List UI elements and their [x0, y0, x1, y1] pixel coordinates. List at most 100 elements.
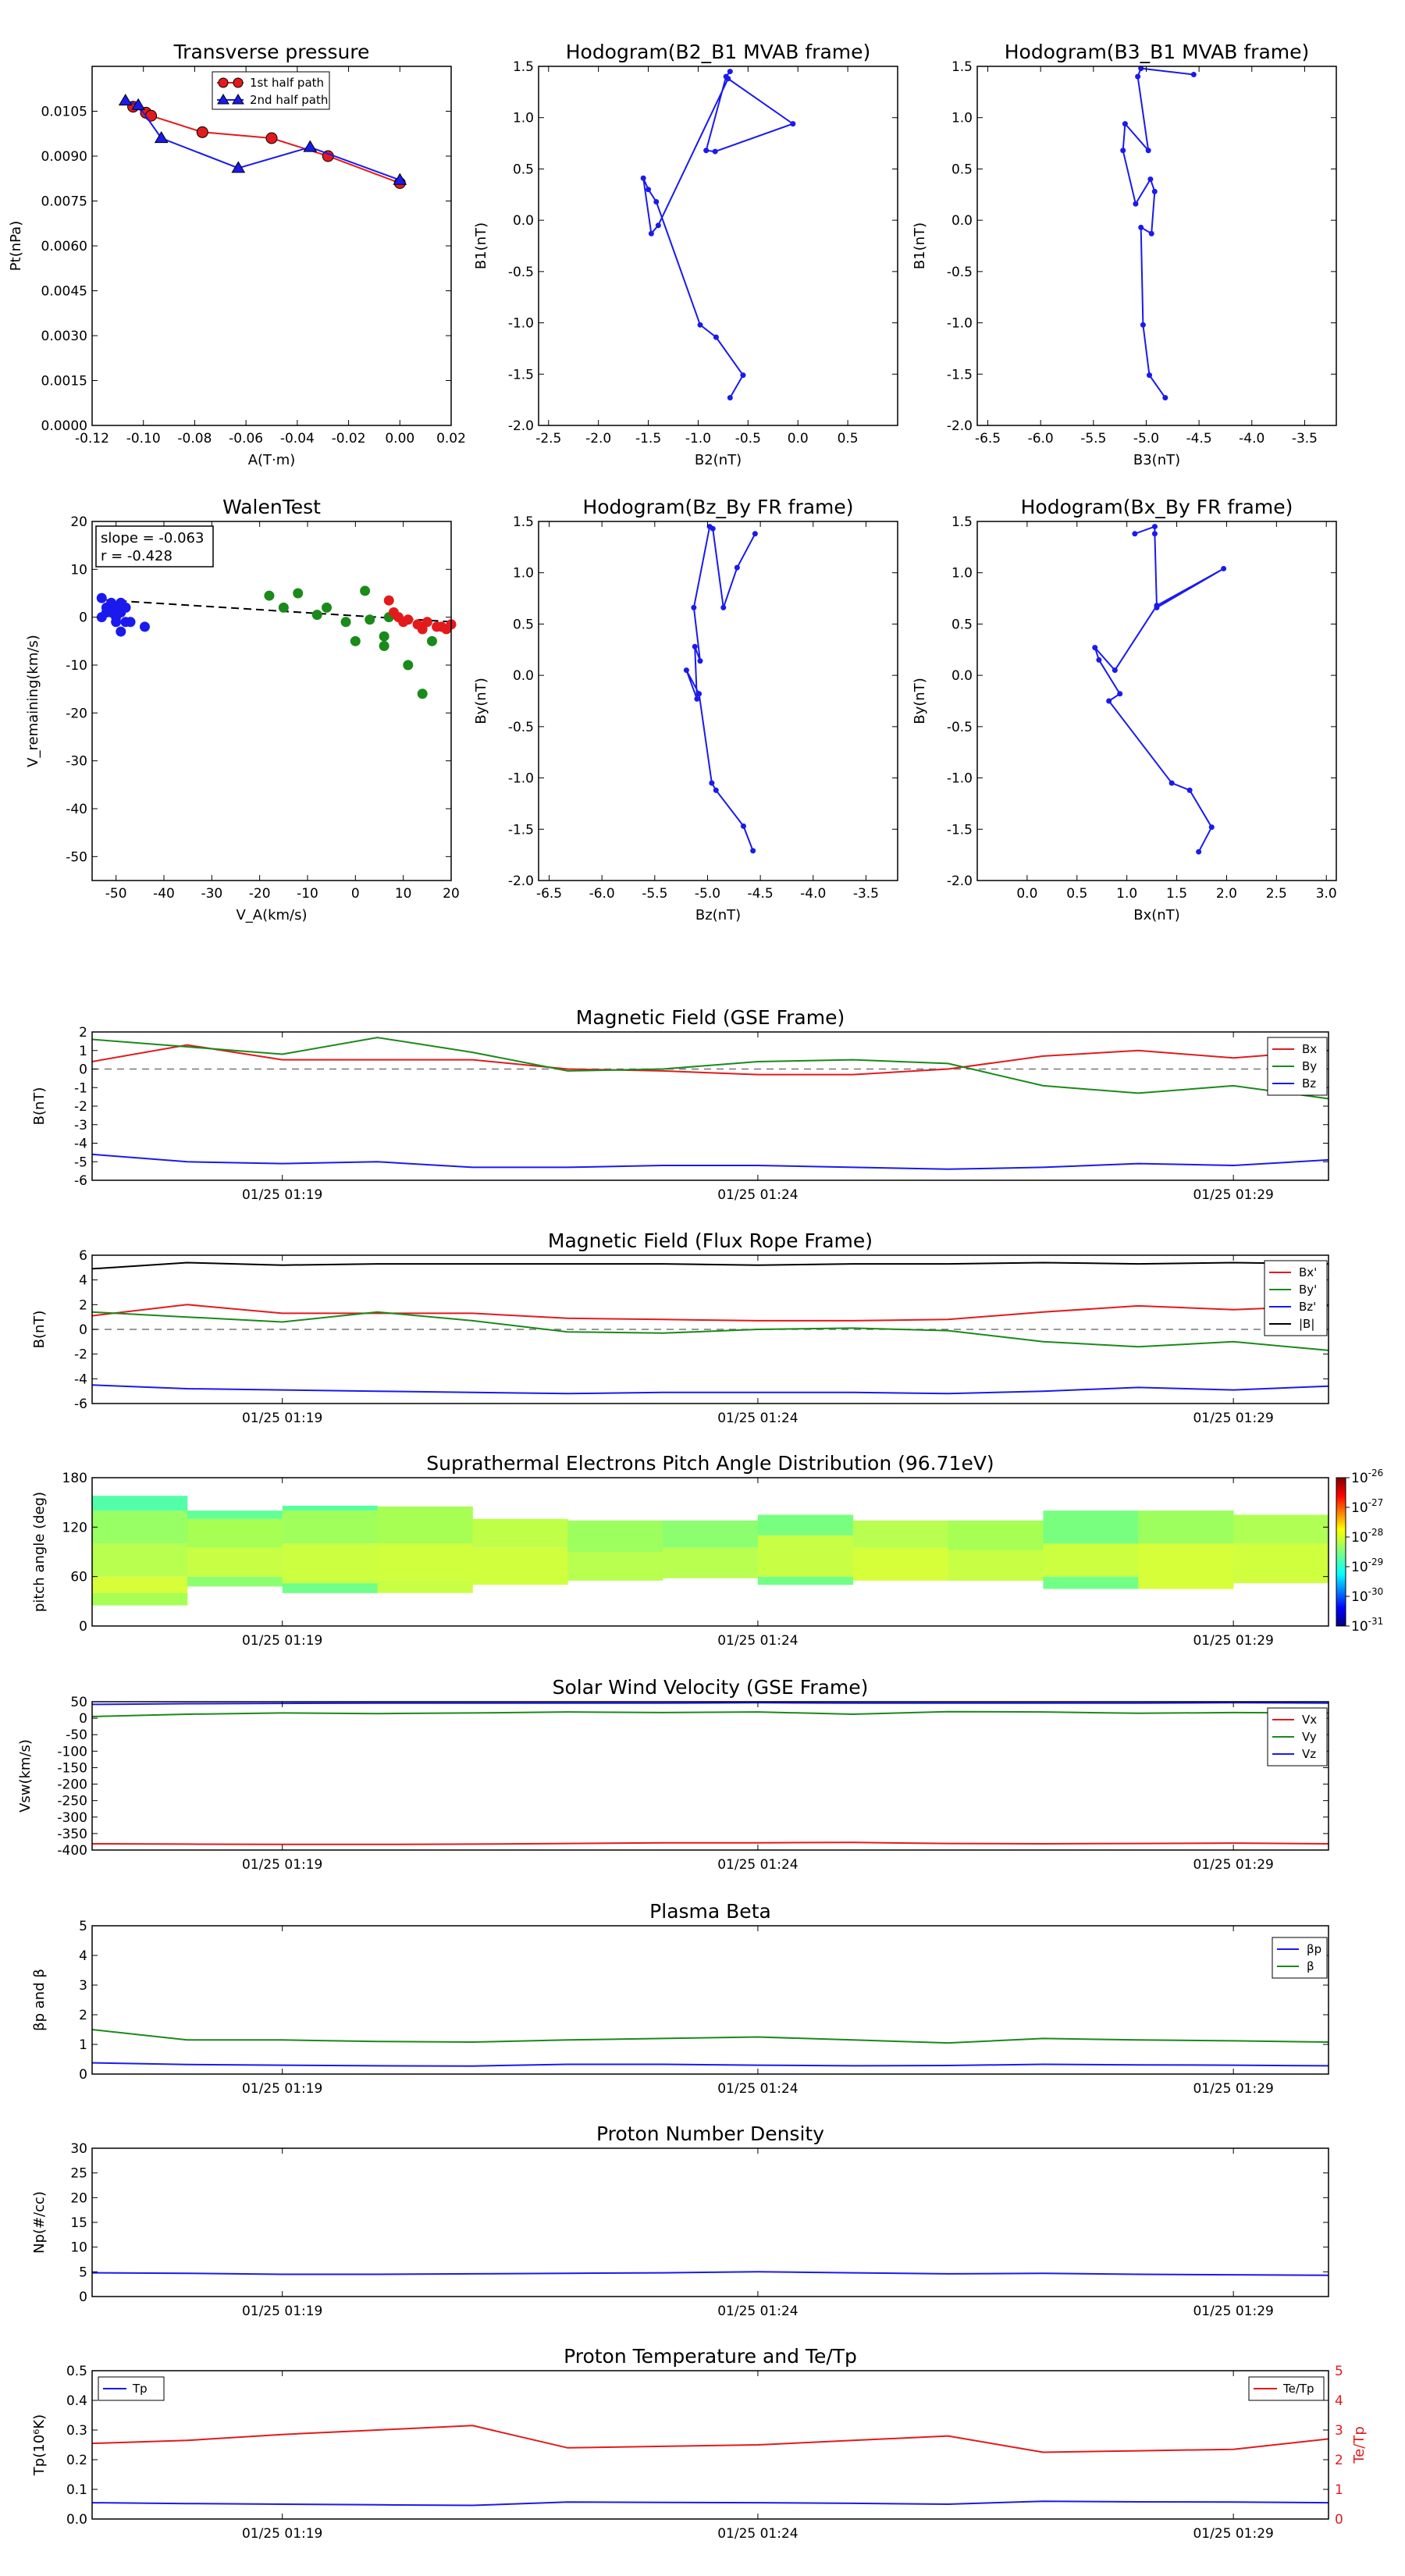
t4-legend-label: Vz: [1302, 1747, 1316, 1761]
t2-y-tick-label: -2: [74, 1347, 87, 1363]
p6-y-tick-label: -2.0: [947, 873, 973, 889]
p5-x-tick-label: -5.5: [642, 886, 667, 902]
t6-y-axis-label: Np(#/cc): [31, 2191, 48, 2254]
t3-heatmap-cell: [757, 1535, 854, 1577]
p6-y-axis-label: By(nT): [912, 678, 928, 724]
p5-series-0-point: [697, 658, 703, 664]
t4-y-tick-label: -100: [57, 1744, 87, 1759]
p6-series-0-point: [1106, 698, 1112, 704]
t4-series-1-line: [91, 1710, 1329, 1717]
t3-colorbar-tick-label: 10-27: [1351, 1497, 1383, 1516]
p2-series-0-point: [648, 230, 654, 237]
t3-heatmap-cell: [187, 1518, 283, 1548]
p1-legend-swatch-marker: [233, 77, 244, 88]
p6-x-tick-label: 3.0: [1316, 886, 1337, 902]
t1-y-tick-label: -1: [74, 1080, 87, 1096]
p3-title: Hodogram(B3_B1 MVAB frame): [1005, 41, 1310, 63]
p5-x-tick-label: -6.0: [589, 886, 615, 902]
t7-y2-tick-label: 5: [1335, 2364, 1343, 2379]
p2-y-tick-label: -0.5: [508, 265, 534, 280]
p2-x-tick-label: -1.0: [685, 431, 711, 447]
t3-heatmap-cell: [92, 1543, 188, 1577]
t3-heatmap-cell: [757, 1514, 854, 1535]
t3-colorbar-tick-exponent: -27: [1368, 1497, 1384, 1508]
t1-x-tick-label: 01/25 01:29: [1193, 1187, 1273, 1203]
t2-y-tick-label: 4: [79, 1273, 87, 1289]
p4-series-0-point: [96, 592, 107, 603]
t3-heatmap-cell: [1138, 1543, 1234, 1589]
t6-y-tick-label: 20: [70, 2190, 87, 2206]
t5-title: Plasma Beta: [649, 1900, 771, 1923]
p1-x-tick-label: -0.04: [280, 431, 315, 447]
t3-heatmap-cell: [377, 1580, 473, 1593]
t5-y-axis-label: βp and β: [31, 1969, 48, 2031]
p2-series-0-point: [790, 121, 796, 127]
p5-x-tick-label: -6.5: [536, 886, 562, 902]
t5-series-0-line: [91, 2062, 1329, 2067]
p2-x-axis-label: B2(nT): [695, 452, 742, 468]
t2-y-tick-label: -4: [74, 1372, 87, 1387]
p2-series-0-point: [727, 69, 733, 75]
p5-series-0-point: [694, 696, 700, 702]
t7-y-tick-label: 0.1: [66, 2482, 87, 2498]
p3-series-0-point: [1122, 121, 1128, 127]
p2-series-0-point: [712, 148, 718, 155]
p1-series-0-point: [265, 132, 278, 144]
p3-series-0-point: [1162, 395, 1168, 401]
p5-series-0-point: [734, 564, 740, 571]
p2-series-0-point: [697, 322, 703, 328]
p5-series-0-point: [740, 823, 746, 829]
p5-x-tick-label: -3.5: [853, 886, 879, 902]
p4-series-1-point: [417, 688, 428, 699]
p4-y-axis-label: V_remaining(km/s): [25, 635, 41, 767]
t3-heatmap-cell: [282, 1543, 378, 1584]
t3-colorbar: [1336, 1477, 1346, 1627]
p3-series-0-point: [1145, 148, 1151, 154]
t3-heatmap-cell: [663, 1520, 759, 1548]
p4-x-tick-label: -10: [297, 886, 318, 902]
t7-x-tick-label: 01/25 01:24: [717, 2526, 798, 2542]
t3-heatmap-cell: [377, 1506, 473, 1544]
t1-y-tick-label: -3: [74, 1118, 87, 1133]
t4-y-tick-label: -350: [57, 1827, 87, 1842]
p5-series-0-point: [683, 667, 689, 674]
p5-title: Hodogram(Bz_By FR frame): [582, 496, 853, 518]
p3-y-tick-label: 0.5: [951, 162, 973, 177]
t1-series-2-line: [91, 1153, 1329, 1170]
t5-y-tick-label: 4: [79, 1948, 87, 1964]
p4-series-1-point: [379, 640, 389, 651]
t5-x-tick-label: 01/25 01:19: [242, 2081, 322, 2097]
p5-series-0-point: [750, 848, 756, 854]
p4-series-0-point: [116, 626, 126, 637]
t7-series-0-line: [91, 2500, 1329, 2507]
frame-layer: Transverse pressure-0.12 -0.10 -0.08 -0.06-…: [8, 41, 1383, 2542]
t3-colorbar-tick-label: 10-26: [1351, 1468, 1383, 1486]
t7-y-tick-label: 0.4: [66, 2393, 87, 2409]
p2-series-0-point: [725, 76, 731, 82]
p3-series-0-point: [1151, 188, 1158, 194]
p3-y-tick-label: -0.5: [947, 265, 973, 280]
t1-y-tick-label: -4: [74, 1137, 87, 1152]
p2-series-0-point: [703, 148, 710, 154]
t6-y-tick-label: 15: [70, 2215, 87, 2231]
p4-series-2-point: [422, 617, 432, 628]
t4-y-tick-label: 50: [70, 1695, 87, 1710]
p2-y-tick-label: 1.0: [513, 111, 534, 126]
p6-title: Hodogram(Bx_By FR frame): [1021, 496, 1293, 518]
p2-plot-frame: [538, 66, 898, 426]
t7-series-1-line: [91, 2425, 1329, 2453]
p1-x-axis-label: A(T·m): [248, 452, 296, 468]
p3-y-tick-label: 0.0: [951, 213, 973, 229]
p3-series-0-line: [1122, 67, 1194, 399]
t6-x-tick-label: 01/25 01:29: [1193, 2304, 1273, 2319]
t3-heatmap-cell: [282, 1583, 378, 1593]
p5-series-0-point: [713, 787, 719, 793]
p2-y-tick-label: -1.0: [508, 316, 534, 332]
p2-series-0-point: [713, 334, 719, 340]
p4-x-tick-label: 0: [351, 886, 360, 902]
p1-y-tick-label: 0.0045: [41, 284, 87, 300]
p6-y-tick-label: 0.0: [951, 668, 973, 684]
p2-x-tick-label: -2.5: [535, 431, 561, 447]
t2-y-axis-label: B(nT): [31, 1311, 48, 1349]
p4-series-1-point: [322, 602, 333, 613]
